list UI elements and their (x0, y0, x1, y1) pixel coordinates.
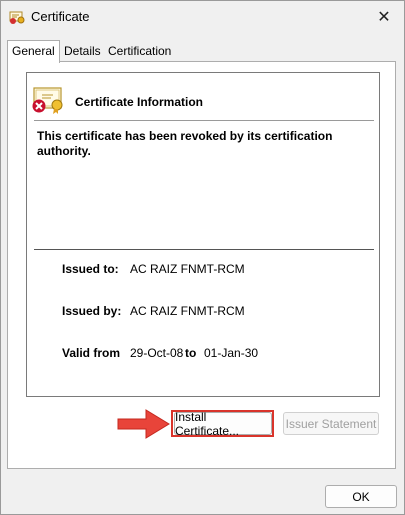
revoked-certificate-icon (32, 87, 63, 114)
certificate-icon (9, 11, 25, 24)
valid-from-row: Valid from (62, 346, 120, 360)
close-icon[interactable]: ✕ (364, 1, 404, 33)
issued-to-value: AC RAIZ FNMT-RCM (130, 262, 245, 276)
issued-by-label: Issued by: (62, 304, 122, 318)
valid-from-value: 29-Oct-08 (130, 346, 184, 360)
tab-general[interactable]: General (7, 40, 60, 63)
title-bar: Certificate ✕ (1, 1, 404, 33)
issued-to-row: Issued to: (62, 262, 119, 276)
issued-by-row: Issued by: (62, 304, 121, 318)
tab-certification-path[interactable]: Certification Path (104, 42, 175, 77)
install-certificate-button[interactable]: Install Certificate... (174, 410, 272, 438)
tab-details[interactable]: Details (60, 42, 105, 62)
revocation-message: This certificate has been revoked by its… (37, 129, 333, 158)
divider (34, 249, 374, 250)
certificate-information-heading: Certificate Information (75, 95, 204, 109)
certificate-dialog: Certificate ✕ General Details Certificat… (0, 0, 405, 515)
red-arrow (117, 409, 170, 439)
ok-button[interactable]: OK (325, 485, 397, 508)
divider (34, 120, 374, 121)
valid-to-label: to (185, 346, 197, 360)
issuer-statement-button[interactable]: Issuer Statement (283, 412, 379, 435)
window-title: Certificate (31, 9, 90, 24)
valid-to-value: 01-Jan-30 (204, 346, 259, 360)
valid-from-label: Valid from (62, 346, 121, 360)
issued-by-value: AC RAIZ FNMT-RCM (130, 304, 245, 318)
issued-to-label: Issued to: (62, 262, 119, 276)
